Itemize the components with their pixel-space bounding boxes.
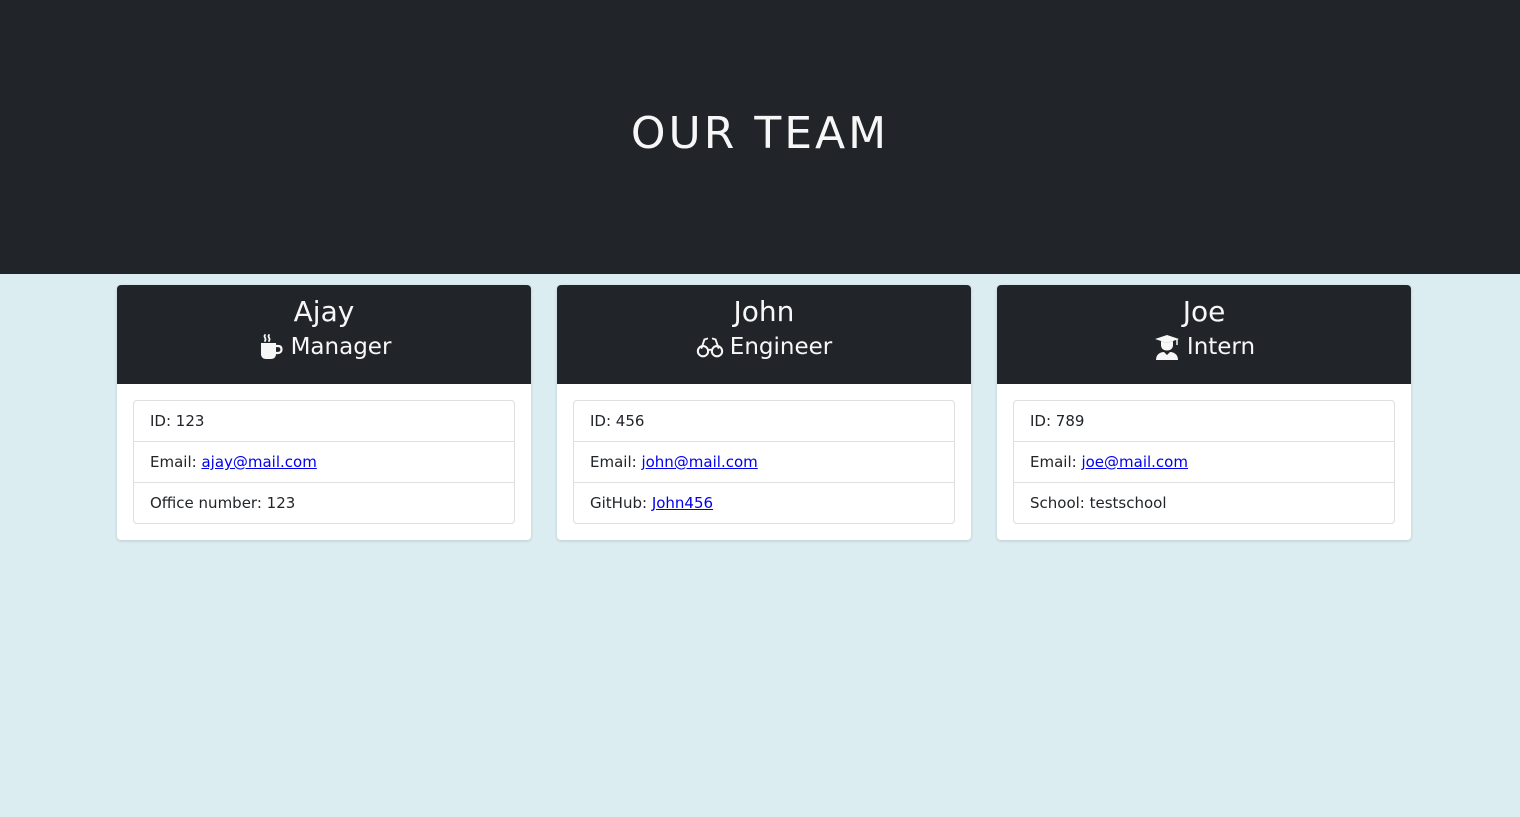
employee-name: Ajay <box>293 295 355 328</box>
id-value: 456 <box>615 412 645 430</box>
email-label: Email: <box>1030 453 1082 471</box>
list-item-email: Email: john@mail.com <box>574 441 954 482</box>
team-cards: Ajay Manager ID: 123 Email: ajay@mail.co… <box>0 274 1520 817</box>
employee-card-engineer: John Engineer ID: 456 Email: john@mail.c… <box>557 285 971 540</box>
email-link[interactable]: joe@mail.com <box>1081 453 1188 471</box>
email-label: Email: <box>590 453 642 471</box>
employee-role: Intern <box>997 330 1411 364</box>
list-item-id: ID: 456 <box>574 401 954 441</box>
employee-card-intern: Joe Intern ID: 789 Email: joe@mail.com S… <box>997 285 1411 540</box>
office-number-value: 123 <box>266 494 296 512</box>
employee-details: ID: 123 Email: ajay@mail.com Office numb… <box>133 400 515 524</box>
employee-role-label: Intern <box>1186 334 1256 360</box>
email-link[interactable]: ajay@mail.com <box>201 453 316 471</box>
employee-name: John <box>733 295 795 328</box>
school-label: School: <box>1030 494 1090 512</box>
employee-role: Manager <box>117 330 531 364</box>
school-value: testschool <box>1089 494 1167 512</box>
employee-role-label: Manager <box>290 334 392 360</box>
employee-details: ID: 789 Email: joe@mail.com School: test… <box>1013 400 1395 524</box>
id-label: ID: <box>150 412 176 430</box>
github-label: GitHub: <box>590 494 652 512</box>
email-link[interactable]: john@mail.com <box>641 453 757 471</box>
card-header: Ajay Manager <box>117 285 531 384</box>
list-item-github: GitHub: John456 <box>574 482 954 523</box>
id-label: ID: <box>1030 412 1056 430</box>
coffee-mug-icon <box>257 333 285 361</box>
email-label: Email: <box>150 453 202 471</box>
id-value: 789 <box>1055 412 1085 430</box>
employee-card-manager: Ajay Manager ID: 123 Email: ajay@mail.co… <box>117 285 531 540</box>
id-value: 123 <box>175 412 205 430</box>
graduate-icon <box>1153 333 1181 361</box>
page-title: OUR TEAM <box>630 107 890 159</box>
employee-role: Engineer <box>557 330 971 364</box>
employee-name: Joe <box>1182 295 1226 328</box>
card-header: Joe Intern <box>997 285 1411 384</box>
card-header: John Engineer <box>557 285 971 384</box>
employee-role-label: Engineer <box>729 334 833 360</box>
list-item-id: ID: 123 <box>134 401 514 441</box>
list-item-school: School: testschool <box>1014 482 1394 523</box>
employee-details: ID: 456 Email: john@mail.com GitHub: Joh… <box>573 400 955 524</box>
list-item-email: Email: ajay@mail.com <box>134 441 514 482</box>
id-label: ID: <box>590 412 616 430</box>
list-item-id: ID: 789 <box>1014 401 1394 441</box>
page-header: OUR TEAM <box>0 0 1520 274</box>
list-item-email: Email: joe@mail.com <box>1014 441 1394 482</box>
github-link[interactable]: John456 <box>652 494 713 512</box>
list-item-office-number: Office number: 123 <box>134 482 514 523</box>
glasses-icon <box>696 333 724 361</box>
office-number-label: Office number: <box>150 494 267 512</box>
